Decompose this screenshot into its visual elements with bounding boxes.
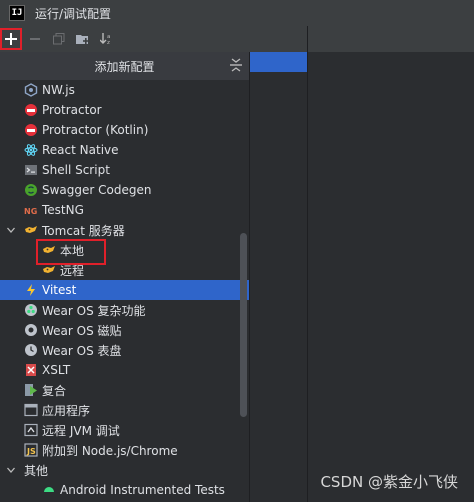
list-item-wearos-tile[interactable]: Wear OS 磁贴: [0, 320, 249, 340]
add-configuration-button[interactable]: [0, 28, 22, 50]
list-item-nwjs[interactable]: NW.js: [0, 80, 249, 100]
minus-icon: [30, 38, 40, 40]
list-item-react-native[interactable]: React Native: [0, 140, 249, 160]
sort-alpha-icon: a z: [100, 33, 110, 45]
collapse-all-icon[interactable]: [229, 58, 243, 72]
list-item-label: TestNG: [42, 203, 84, 217]
list-item-label: Wear OS 表盘: [42, 343, 122, 358]
shell-icon: [24, 163, 38, 177]
selected-configuration-strip: [250, 52, 307, 72]
list-item-testng[interactable]: NG TestNG: [0, 200, 249, 220]
sort-configurations-button[interactable]: a z: [96, 28, 118, 50]
folder-plus-icon: [76, 35, 89, 44]
chevron-down-icon[interactable]: [6, 465, 16, 475]
tomcat-icon: [42, 263, 56, 277]
application-icon: [24, 403, 38, 417]
run-debug-configurations-window: IJ 运行/调试配置 a z 添加新配置 NW.js Protractor Pr…: [0, 0, 474, 502]
list-item-application[interactable]: 应用程序: [0, 400, 249, 420]
tomcat-icon: [24, 223, 38, 237]
popup-header: 添加新配置: [0, 52, 249, 80]
list-item-other[interactable]: 其他: [0, 460, 249, 480]
svg-text:JS: JS: [26, 447, 36, 456]
list-item-label: Protractor (Kotlin): [42, 123, 149, 137]
svg-text:z: z: [107, 40, 110, 45]
list-item-label: React Native: [42, 143, 119, 157]
list-item-label: Android Instrumented Tests: [60, 483, 225, 497]
list-item-attach-node-chrome[interactable]: JS 附加到 Node.js/Chrome: [0, 440, 249, 460]
list-item-tomcat-remote[interactable]: 远程: [0, 260, 249, 280]
wearos-icon: [24, 343, 38, 357]
protractor-icon: [24, 123, 38, 137]
list-item-protractor[interactable]: Protractor: [0, 100, 249, 120]
list-item-label: Tomcat 服务器: [42, 223, 125, 238]
list-item-label: 复合: [42, 383, 67, 398]
swagger-icon: [24, 183, 38, 197]
remote-debug-icon: [24, 423, 38, 437]
configuration-type-list: NW.js Protractor Protractor (Kotlin) Rea…: [0, 80, 249, 500]
list-item-label: Swagger Codegen: [42, 183, 152, 197]
plus-icon: [5, 33, 17, 45]
config-toolbar: a z: [0, 26, 250, 52]
list-item-tomcat-server[interactable]: Tomcat 服务器: [0, 220, 249, 240]
list-item-android-instrumented-tests[interactable]: Android Instrumented Tests: [0, 480, 249, 500]
copy-icon: [53, 33, 65, 45]
list-item-shell-script[interactable]: Shell Script: [0, 160, 249, 180]
list-item-label: 应用程序: [42, 403, 91, 418]
list-item-xslt[interactable]: XSLT: [0, 360, 249, 380]
list-item-protractor-kotlin[interactable]: Protractor (Kotlin): [0, 120, 249, 140]
popup-title: 添加新配置: [94, 59, 155, 74]
list-item-compound[interactable]: 复合: [0, 380, 249, 400]
remove-configuration-button[interactable]: [24, 28, 46, 50]
list-item-tomcat-local[interactable]: 本地: [0, 240, 249, 260]
watermark: CSDN @紫金小飞侠: [320, 473, 458, 491]
list-item-label: XSLT: [42, 363, 71, 377]
list-item-wearos-watchface[interactable]: Wear OS 表盘: [0, 340, 249, 360]
list-item-label: Wear OS 磁贴: [42, 323, 122, 338]
chevron-down-icon[interactable]: [6, 225, 16, 235]
list-item-label: 本地: [60, 243, 85, 258]
list-item-label: 远程: [60, 263, 85, 278]
toolbar-right-area: [250, 26, 474, 52]
list-item-label: NW.js: [42, 83, 75, 97]
tomcat-icon: [42, 243, 56, 257]
list-item-wearos-complication[interactable]: Wear OS 复杂功能: [0, 300, 249, 320]
copy-configuration-button[interactable]: [48, 28, 70, 50]
list-item-remote-jvm-debug[interactable]: 远程 JVM 调试: [0, 420, 249, 440]
nwjs-icon: [24, 83, 38, 97]
panel-divider[interactable]: [307, 26, 308, 502]
new-folder-button[interactable]: [72, 28, 94, 50]
list-item-label: 附加到 Node.js/Chrome: [42, 443, 178, 458]
wearos-icon: [24, 323, 38, 337]
testng-icon: NG: [24, 203, 38, 217]
list-item-label: Vitest: [42, 283, 77, 297]
configuration-tree-panel: [250, 52, 474, 502]
wearos-icon: [24, 303, 38, 317]
add-new-configuration-popup: 添加新配置 NW.js Protractor Protractor (Kotli…: [0, 52, 250, 502]
title-bar: IJ 运行/调试配置: [0, 0, 474, 26]
list-item-swagger-codegen[interactable]: Swagger Codegen: [0, 180, 249, 200]
node-attach-icon: JS: [24, 443, 38, 457]
android-icon: [42, 483, 56, 497]
protractor-icon: [24, 103, 38, 117]
window-title: 运行/调试配置: [35, 6, 112, 21]
xslt-icon: [24, 363, 38, 377]
vitest-icon: [24, 283, 38, 297]
compound-icon: [24, 383, 38, 397]
list-item-label: 远程 JVM 调试: [42, 423, 120, 438]
list-item-label: Wear OS 复杂功能: [42, 303, 146, 318]
svg-text:NG: NG: [24, 207, 37, 216]
list-item-vitest[interactable]: Vitest: [0, 280, 249, 300]
react-icon: [24, 143, 38, 157]
intellij-app-icon: IJ: [9, 5, 25, 21]
list-item-label: Protractor: [42, 103, 102, 117]
popup-scrollbar[interactable]: [240, 233, 247, 417]
list-item-label: 其他: [24, 463, 49, 478]
list-item-label: Shell Script: [42, 163, 110, 177]
